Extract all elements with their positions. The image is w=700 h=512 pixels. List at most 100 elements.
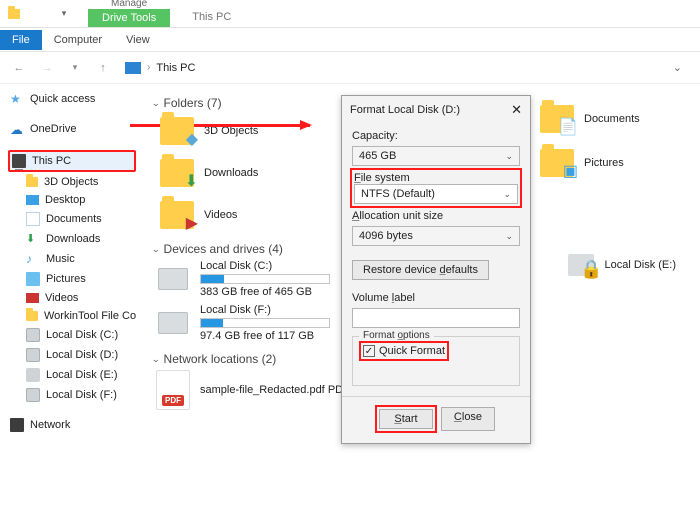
highlight-file-system: FFile systemile system NTFS (Default)⌄ [350, 168, 522, 208]
drive-label: Local Disk (C:) [200, 260, 272, 272]
context-group-label: Manage [111, 0, 147, 9]
close-button[interactable]: Close [441, 407, 495, 431]
annotation-arrow [130, 124, 310, 127]
folder-label: Downloads [204, 167, 258, 179]
allocation-label: Allocation unit size [352, 210, 520, 222]
sidebar-item-label: This PC [32, 155, 71, 167]
qat-dropdown-icon[interactable]: ▾ [56, 6, 72, 22]
sidebar-item-label: Documents [46, 213, 102, 225]
sidebar-item-this-pc[interactable]: This PC [8, 150, 136, 172]
tab-file[interactable]: File [0, 30, 42, 50]
breadcrumb[interactable]: › This PC [120, 59, 657, 77]
allocation-select[interactable]: 4096 bytes ⌄ [352, 226, 520, 246]
volume-label-input[interactable] [352, 308, 520, 328]
sidebar-item-local-f[interactable]: Local Disk (F:) [8, 386, 136, 404]
sidebar-item-network[interactable]: Network [8, 416, 136, 434]
format-options-group: Format options ✓ Quick Format [352, 336, 520, 386]
sidebar-item-pictures[interactable]: Pictures [8, 270, 136, 288]
format-dialog: Format Local Disk (D:) ✕ Capacity: 465 G… [341, 95, 531, 444]
folder-label: Pictures [584, 157, 624, 169]
folder-downloads[interactable]: ⬇ Downloads [160, 156, 320, 190]
recent-dropdown[interactable]: ▾ [64, 57, 86, 79]
tab-view[interactable]: View [114, 30, 162, 50]
drive-icon [26, 348, 40, 362]
folder-3d-objects[interactable]: ◆ 3D Objects [160, 114, 320, 148]
sidebar-item-3d-objects[interactable]: 3D Objects [8, 174, 136, 190]
sidebar-item-onedrive[interactable]: OneDrive [8, 120, 136, 138]
file-system-select[interactable]: NTFS (Default)⌄ [354, 184, 518, 204]
sidebar-item-downloads[interactable]: ⬇Downloads [8, 230, 136, 248]
contextual-tabs: Manage Drive Tools This PC [78, 0, 243, 27]
chevron-down-icon: ⌄ [151, 98, 160, 109]
allocation-value: 4096 bytes [359, 230, 413, 242]
section-title: Devices and drives (4) [164, 242, 283, 256]
sidebar-item-documents[interactable]: Documents [8, 210, 136, 228]
forward-button[interactable]: → [36, 57, 58, 79]
folder-videos[interactable]: ▶ Videos [160, 198, 320, 232]
drive-subtext: 383 GB free of 465 GB [200, 286, 312, 298]
sidebar-item-music[interactable]: Music [8, 250, 136, 268]
sidebar-item-workintool[interactable]: WorkinTool File Cor [8, 308, 136, 324]
up-button[interactable]: ↑ [92, 57, 114, 79]
sidebar-item-label: Pictures [46, 273, 86, 285]
computer-icon [12, 154, 26, 168]
sidebar-item-label: Local Disk (F:) [46, 389, 117, 401]
drive-icon [158, 312, 188, 334]
drive-local-e[interactable]: 🔒 Local Disk (E:) [568, 254, 676, 276]
folder-icon [26, 177, 38, 187]
address-dropdown[interactable]: ⌄ [663, 61, 692, 74]
sidebar-item-local-c[interactable]: Local Disk (C:) [8, 326, 136, 344]
titlebar: ▾ Manage Drive Tools This PC [0, 0, 700, 28]
back-button[interactable]: ← [8, 57, 30, 79]
documents-icon [26, 212, 40, 226]
folder-documents[interactable]: 📄 Documents [540, 102, 700, 136]
dialog-titlebar[interactable]: Format Local Disk (D:) ✕ [342, 96, 530, 124]
sidebar-item-videos[interactable]: Videos [8, 290, 136, 306]
folder-icon: ▣ [540, 149, 574, 177]
sidebar-item-quick-access[interactable]: Quick access [8, 90, 136, 108]
drive-subtext: 97.4 GB free of 117 GB [200, 330, 314, 342]
drive-icon [26, 388, 40, 402]
tab-computer[interactable]: Computer [42, 30, 114, 50]
quick-format-checkbox[interactable]: ✓ Quick Format [363, 345, 445, 357]
this-pc-icon [125, 62, 141, 74]
chevron-down-icon: ⌄ [503, 189, 511, 200]
usb-drive-icon [26, 368, 40, 382]
sidebar-item-label: Videos [45, 292, 78, 304]
checkbox-icon: ✓ [363, 345, 375, 357]
sidebar-item-label: Local Disk (E:) [46, 369, 118, 381]
section-title: Folders (7) [164, 96, 222, 110]
file-system-label: FFile systemile system [354, 172, 518, 184]
address-bar: ← → ▾ ↑ › This PC ⌄ [0, 52, 700, 84]
ribbon-tabs: File Computer View [0, 28, 700, 52]
sidebar-item-desktop[interactable]: Desktop [8, 192, 136, 208]
highlight-quick-format: ✓ Quick Format [359, 341, 449, 361]
folder-pictures[interactable]: ▣ Pictures [540, 146, 700, 180]
star-icon [10, 92, 24, 106]
sidebar-item-label: WorkinTool File Cor [44, 310, 136, 322]
highlight-start-button: Start [375, 405, 437, 433]
downloads-icon: ⬇ [26, 232, 40, 246]
folder-props-icon[interactable] [6, 6, 22, 22]
folder-icon [26, 311, 38, 321]
sidebar-item-local-d[interactable]: Local Disk (D:) [8, 346, 136, 364]
window-title: This PC [180, 3, 243, 27]
tab-drive-tools[interactable]: Drive Tools [88, 9, 170, 27]
close-icon[interactable]: ✕ [511, 102, 522, 118]
sidebar-item-label: 3D Objects [44, 176, 98, 188]
start-button[interactable]: Start [379, 409, 433, 429]
folder-label: Videos [204, 209, 237, 221]
sidebar-item-label: Network [30, 419, 70, 431]
pdf-icon: PDF [156, 370, 190, 410]
chevron-down-icon: ⌄ [151, 354, 160, 365]
nav-tree[interactable]: Quick access OneDrive This PC 3D Objects… [0, 84, 140, 512]
chevron-down-icon: ⌄ [151, 244, 160, 255]
quick-access-toolbar: ▾ [0, 0, 78, 27]
sidebar-item-local-e[interactable]: Local Disk (E:) [8, 366, 136, 384]
chevron-down-icon: ⌄ [505, 231, 513, 242]
capacity-select[interactable]: 465 GB⌄ [352, 146, 520, 166]
checkbox-label: Quick Format [379, 345, 445, 357]
file-name: sample-file_Redacted.pdf [200, 384, 325, 396]
restore-defaults-button[interactable]: Restore device defaults [352, 260, 489, 280]
sidebar-item-label: OneDrive [30, 123, 76, 135]
